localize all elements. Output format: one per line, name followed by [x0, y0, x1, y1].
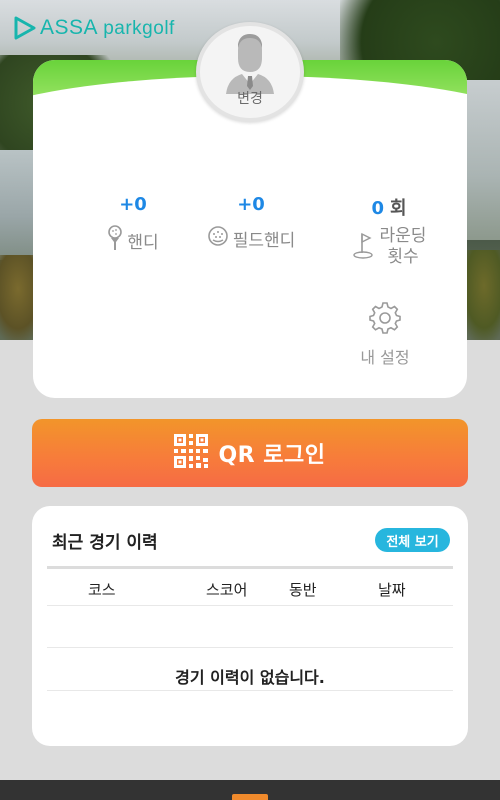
field-handicap-label: 필드핸디	[232, 231, 296, 251]
empty-history-message: 경기 이력이 없습니다.	[175, 668, 325, 687]
avatar-change-label: 변경	[237, 91, 263, 107]
rounds-unit: 회	[389, 198, 407, 219]
bottom-bar-indicator	[232, 794, 268, 800]
stat-rounds: 0회 라운딩 횟수	[329, 194, 449, 268]
logo-text: ASSA parkgolf	[40, 16, 175, 40]
stat-handicap: +0 핸디	[73, 194, 193, 256]
golf-flag-icon	[352, 231, 374, 264]
field-handicap-label-row: 필드핸디	[191, 225, 311, 252]
handicap-value: +0	[119, 194, 147, 215]
stat-field-handicap: +0 필드핸디	[191, 194, 311, 252]
qr-login-label: QR 로그인	[218, 443, 326, 468]
rounds-value: 0	[371, 198, 384, 219]
handicap-label-row: 핸디	[73, 225, 193, 256]
game-history-card: 최근 경기 이력 전체 보기 코스 스코어 동반 날짜 경기 이력이 없습니다.	[32, 506, 468, 746]
rounds-label: 라운딩 횟수	[380, 226, 427, 268]
golf-tee-icon	[107, 225, 123, 256]
rounds-label-row: 라운딩 횟수	[329, 226, 449, 268]
profile-avatar[interactable]: 변경	[196, 22, 304, 122]
qr-login-button[interactable]: QR 로그인	[32, 419, 468, 487]
golf-ball-icon	[207, 225, 229, 252]
field-handicap-value: +0	[237, 194, 265, 215]
row-divider	[47, 605, 453, 606]
row-divider	[47, 647, 453, 648]
logo-secondary: parkgolf	[103, 18, 175, 39]
view-all-button[interactable]: 전체 보기	[375, 528, 450, 552]
logo-play-icon	[14, 16, 36, 40]
gear-icon	[369, 302, 401, 338]
column-score: 스코어	[206, 581, 248, 599]
row-divider	[47, 690, 453, 691]
rounds-label-line1: 라운딩	[379, 226, 427, 246]
qr-code-icon	[174, 434, 209, 472]
brand-logo: ASSA parkgolf	[14, 16, 175, 40]
logo-primary: ASSA	[40, 16, 97, 39]
handicap-label: 핸디	[127, 233, 159, 253]
history-title: 최근 경기 이력	[52, 533, 158, 553]
column-course: 코스	[88, 581, 116, 599]
my-settings-button[interactable]: 내 설정	[355, 302, 415, 368]
column-companion: 동반	[289, 581, 317, 599]
column-date: 날짜	[378, 581, 406, 599]
history-header-divider	[47, 566, 453, 569]
rounds-label-line2: 횟수	[387, 247, 419, 267]
my-settings-label: 내 설정	[360, 348, 410, 367]
